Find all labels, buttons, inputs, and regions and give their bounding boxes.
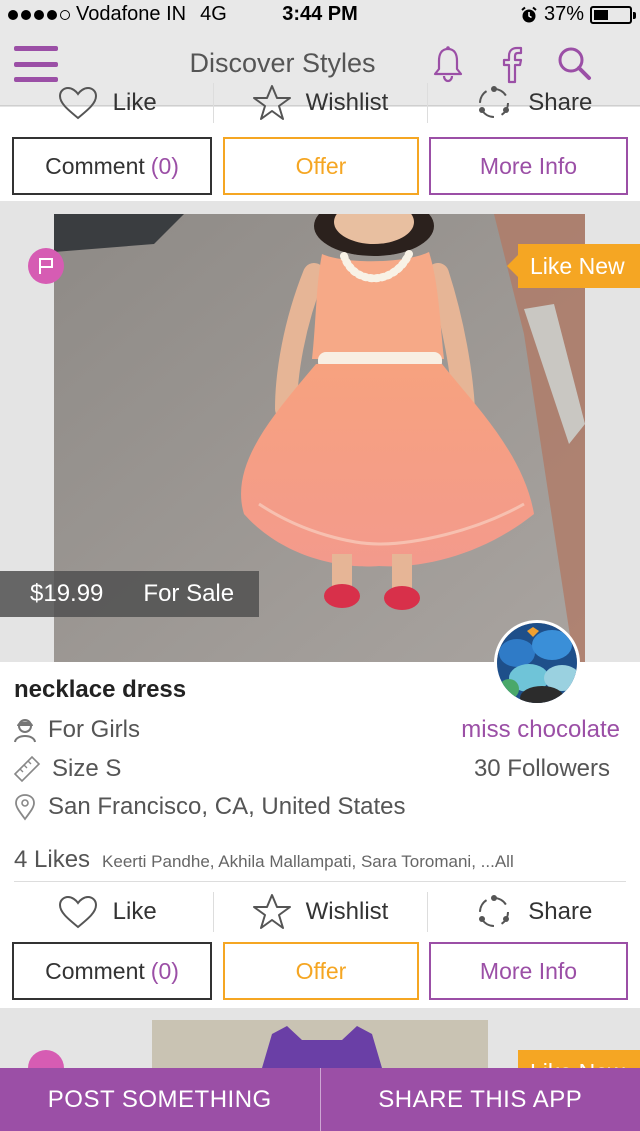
previous-share-label: Share [528, 89, 593, 116]
status-bar: Vodafone IN 4G 3:44 PM 37% [0, 0, 640, 30]
post-something-button[interactable]: POST SOMETHING [0, 1068, 320, 1131]
bottom-bar: POST SOMETHING SHARE THIS APP [0, 1068, 640, 1131]
condition-tag: Like New [507, 244, 640, 288]
star-icon [252, 85, 291, 120]
comment-button[interactable]: Comment (0) [12, 942, 212, 1000]
seller-name[interactable]: miss chocolate [461, 716, 620, 744]
listing-size: Size S [52, 755, 122, 782]
alarm-icon [521, 6, 537, 22]
status-right: 37% [520, 3, 636, 26]
previous-like-button[interactable]: Like [0, 73, 213, 133]
location-row: San Francisco, CA, United States [12, 793, 406, 821]
next-condition-tag: Like New [518, 1050, 640, 1068]
report-flag-icon[interactable] [28, 248, 64, 284]
previous-button-row: Comment (0) Offer More Info [12, 137, 628, 195]
wishlist-label: Wishlist [305, 898, 389, 925]
previous-comment-count: (0) [150, 152, 179, 179]
sale-type: For Sale [143, 580, 235, 607]
next-listing-photo[interactable] [152, 1020, 488, 1068]
like-label: Like [112, 898, 157, 925]
comment-label: Comment [45, 957, 145, 984]
share-label: Share [528, 898, 593, 925]
previous-comment-label: Comment [45, 152, 145, 179]
listing-title[interactable]: necklace dress [14, 676, 186, 704]
previous-share-button[interactable]: Share [426, 73, 640, 133]
category-row: For Girls [12, 716, 140, 744]
previous-wishlist-label: Wishlist [305, 89, 389, 116]
share-app-button[interactable]: SHARE THIS APP [319, 1068, 640, 1131]
share-button[interactable]: Share [426, 882, 640, 942]
listing-location: San Francisco, CA, United States [48, 793, 406, 820]
girl-icon [14, 719, 36, 743]
button-row: Comment (0) Offer More Info [12, 942, 628, 1000]
comment-count: (0) [150, 957, 179, 984]
wishlist-button[interactable]: Wishlist [213, 882, 426, 942]
previous-post-card: Like Wishlist Share Comment (0) Offer Mo… [0, 83, 640, 201]
previous-wishlist-button[interactable]: Wishlist [213, 73, 426, 133]
size-row: Size S [12, 754, 121, 784]
like-button[interactable]: Like [0, 882, 213, 942]
heart-icon [58, 895, 97, 929]
location-pin-icon [15, 794, 35, 821]
screen: Vodafone IN 4G 3:44 PM 37% Discover Styl… [0, 0, 640, 1131]
likes-count: 4 Likes [14, 846, 91, 873]
likes-row[interactable]: 4 Likes Keerti Pandhe, Akhila Mallampati… [14, 846, 514, 874]
seller-followers: 30 Followers [473, 755, 610, 782]
listing-category: For Girls [48, 716, 140, 743]
star-icon [252, 894, 291, 929]
heart-icon [58, 86, 97, 120]
listing-price: $19.99 [30, 580, 104, 607]
price-bar: $19.99 For Sale [0, 571, 259, 617]
next-flag-icon[interactable] [28, 1050, 64, 1068]
seller-avatar[interactable] [494, 620, 580, 706]
battery-icon [590, 5, 636, 24]
previous-more-info-button[interactable]: More Info [429, 137, 628, 195]
share-icon [479, 895, 510, 927]
previous-offer-button[interactable]: Offer [223, 137, 419, 195]
previous-comment-button[interactable]: Comment (0) [12, 137, 212, 195]
previous-like-label: Like [112, 89, 157, 116]
battery-percent: 37% [543, 3, 584, 25]
more-info-button[interactable]: More Info [429, 942, 628, 1000]
offer-button[interactable]: Offer [223, 942, 419, 1000]
action-row: Like Wishlist Share [0, 882, 640, 942]
next-post-card: Like New [0, 1020, 640, 1068]
ruler-icon [13, 755, 41, 783]
previous-action-row: Like Wishlist Share [0, 73, 640, 133]
likers-list: Keerti Pandhe, Akhila Mallampati, Sara T… [102, 852, 514, 871]
listing-info: necklace dress For Girls Size S San Fran… [0, 662, 640, 1008]
share-icon [479, 86, 510, 118]
